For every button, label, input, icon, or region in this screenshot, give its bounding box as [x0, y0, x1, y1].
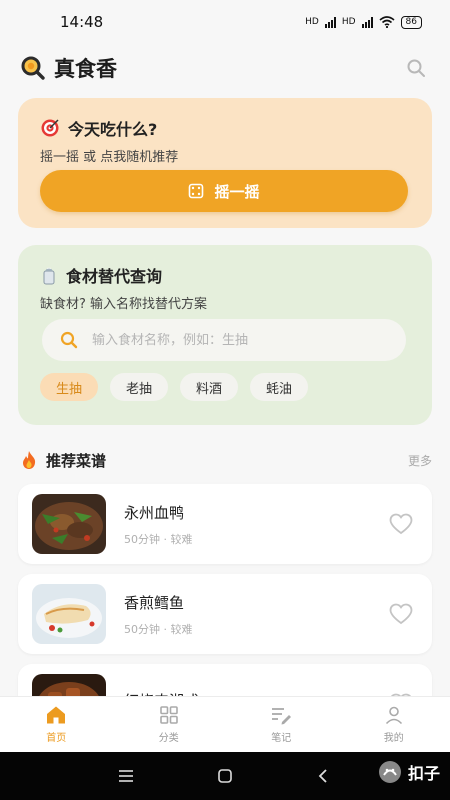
cellular-signal-icon-2 [361, 16, 373, 28]
target-icon [41, 119, 59, 137]
user-icon [385, 706, 402, 725]
recommend-title-group: 推荐菜谱 [20, 450, 106, 471]
recipe-card[interactable]: 永州血鸭 50分钟 · 较难 [18, 484, 432, 564]
random-recommend-card[interactable]: 今天吃什么? 摇一摇 或 点我随机推荐 摇一摇 [18, 98, 432, 228]
recommend-title: 推荐菜谱 [46, 451, 107, 470]
tab-home-label: 首页 [46, 733, 67, 744]
chip-haoyou[interactable]: 蚝油 [250, 373, 309, 401]
tab-home[interactable]: 首页 [0, 697, 113, 752]
edit-note-icon [272, 708, 292, 725]
dice-icon [189, 183, 204, 199]
watermark: 扣子 [378, 760, 440, 784]
wifi-icon [379, 16, 395, 28]
back-chevron-icon [318, 769, 327, 783]
ingredient-chip-list: 生抽 老抽 料酒 蚝油 [40, 373, 309, 401]
menu-icon [119, 770, 133, 782]
system-nav-bar: 扣子 [0, 752, 450, 800]
substitute-card-title-row: 食材替代查询 [40, 263, 410, 287]
recipe-thumbnail [32, 494, 106, 554]
search-icon [407, 59, 425, 77]
status-icons: HD HD 86 [305, 15, 422, 29]
ingredient-substitute-card: 食材替代查询 缺食材? 输入名称找替代方案 生抽 老抽 料酒 蚝油 [18, 245, 432, 425]
hd-signal-label-2: HD [341, 17, 356, 27]
brand: 真食香 [20, 53, 117, 83]
recipe-info: 永州血鸭 50分钟 · 较难 [124, 502, 388, 547]
app-title: 真食香 [54, 57, 117, 81]
favorite-button[interactable] [388, 511, 414, 537]
watermark-logo-icon [378, 761, 401, 783]
random-card-title: 今天吃什么? [68, 120, 158, 139]
grid-icon [159, 706, 178, 724]
app-header: 真食香 [20, 50, 430, 86]
favorite-button[interactable] [388, 601, 414, 627]
shake-button-label: 摇一摇 [214, 182, 260, 201]
tab-category[interactable]: 分类 [113, 697, 226, 752]
heart-outline-icon [389, 603, 413, 625]
logo-magnifier-icon [21, 56, 45, 80]
random-card-title-row: 今天吃什么? [40, 116, 410, 140]
substitute-card-subtitle: 缺食材? 输入名称找替代方案 [40, 297, 208, 312]
nav-home-button[interactable] [215, 766, 235, 786]
nav-back-button[interactable] [313, 766, 333, 786]
chip-shengchou[interactable]: 生抽 [40, 373, 99, 401]
hd-signal-label-1: HD [305, 17, 319, 27]
watermark-text: 扣子 [407, 764, 440, 783]
recipe-meta: 50分钟 · 较难 [124, 532, 193, 546]
recipe-thumbnail [32, 584, 106, 644]
tab-category-label: 分类 [158, 733, 179, 744]
recipe-name: 香煎鳕鱼 [124, 593, 185, 612]
chip-liaojiu[interactable]: 料酒 [180, 373, 239, 401]
ingredient-search-field[interactable] [42, 319, 406, 361]
header-search-button[interactable] [402, 54, 430, 82]
battery-indicator: 86 [400, 15, 422, 29]
status-bar: 14:48 HD HD 86 [0, 0, 450, 44]
heart-outline-icon [389, 513, 413, 535]
recipe-info: 香煎鳕鱼 50分钟 · 较难 [124, 592, 388, 637]
tab-notes[interactable]: 笔记 [225, 697, 338, 752]
tab-notes-label: 笔记 [271, 733, 292, 744]
bottom-tab-bar: 首页 分类 笔记 我的 [0, 696, 450, 752]
tab-profile[interactable]: 我的 [338, 697, 450, 752]
more-link[interactable]: 更多 [408, 452, 432, 469]
search-icon [60, 331, 78, 349]
recipe-meta: 50分钟 · 较难 [124, 622, 193, 636]
cellular-signal-icon [324, 16, 336, 28]
shake-button[interactable]: 摇一摇 [40, 170, 408, 212]
nav-menu-button[interactable] [116, 766, 136, 786]
random-card-subtitle: 摇一摇 或 点我随机推荐 [40, 150, 179, 165]
recipe-card[interactable]: 香煎鳕鱼 50分钟 · 较难 [18, 574, 432, 654]
home-icon [47, 706, 66, 724]
status-time: 14:48 [60, 13, 104, 31]
recipe-name: 永州血鸭 [124, 503, 185, 522]
fire-icon [23, 451, 36, 469]
tab-profile-label: 我的 [383, 733, 404, 744]
substitute-card-title: 食材替代查询 [66, 267, 163, 286]
ingredient-search-input[interactable] [92, 332, 362, 348]
home-square-icon [218, 769, 232, 783]
chip-laochou[interactable]: 老抽 [110, 373, 169, 401]
salt-shaker-icon [43, 267, 55, 285]
recommend-section-header: 推荐菜谱 更多 [20, 448, 432, 472]
